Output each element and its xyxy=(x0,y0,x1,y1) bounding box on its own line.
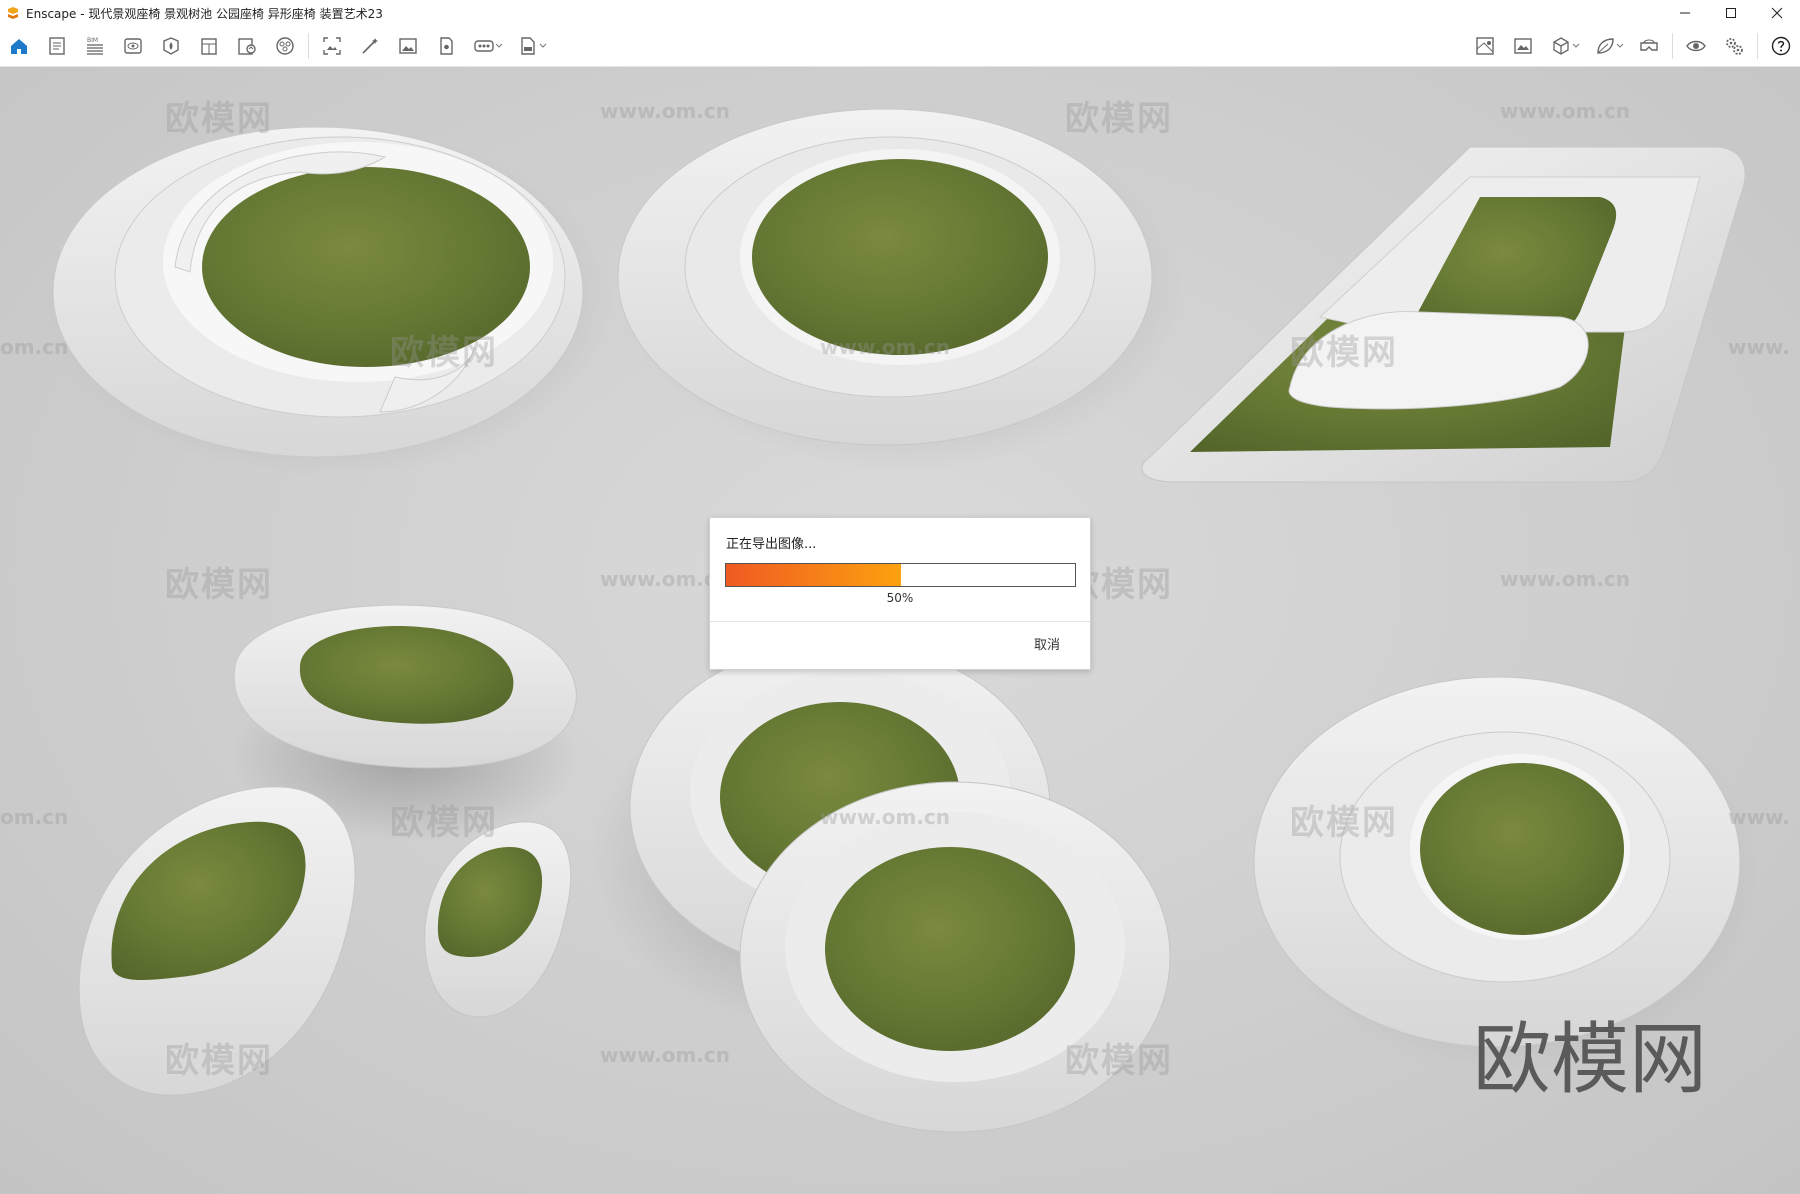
minimize-icon xyxy=(1680,12,1690,14)
bench-spiral xyxy=(45,126,615,477)
cube-button[interactable] xyxy=(1542,26,1580,66)
main-toolbar: BIM xyxy=(0,26,1800,86)
bench-pebbles xyxy=(78,604,580,1096)
toolbar-separator xyxy=(1757,33,1758,59)
watermark-url: www.om.cn xyxy=(600,1043,731,1067)
watermark-cn: 欧模网 xyxy=(390,333,498,373)
eye-button[interactable] xyxy=(1677,26,1715,66)
title-bar: Enscape - 现代景观座椅 景观树池 公园座椅 异形座椅 装置艺术23 xyxy=(0,0,1800,26)
video-360-button[interactable] xyxy=(465,26,503,66)
export-icon xyxy=(238,38,256,55)
toolbar-separator xyxy=(1672,33,1673,59)
document-button[interactable] xyxy=(38,26,76,66)
asset-library-button[interactable] xyxy=(152,26,190,66)
bim-label: BIM xyxy=(87,37,98,44)
watermark-logo-large: 欧模网 xyxy=(1473,1015,1708,1105)
watermark-url: www.om.cn xyxy=(1500,99,1631,123)
gears-button[interactable] xyxy=(1715,26,1753,66)
close-icon xyxy=(1771,7,1783,19)
watermark-cn: 欧模网 xyxy=(1065,1041,1173,1081)
exe-export-button[interactable] xyxy=(509,26,547,66)
watermark-url: www.om.cn xyxy=(1500,567,1631,591)
vr-headset-icon xyxy=(1640,39,1658,51)
watermark-cn: 欧模网 xyxy=(1065,99,1173,139)
photo-icon xyxy=(1514,38,1532,54)
bim-button[interactable]: BIM xyxy=(76,26,114,66)
progress-percent: 50% xyxy=(886,591,914,605)
window-controls xyxy=(1662,0,1800,26)
watermark-cn: 欧模网 xyxy=(1290,803,1398,843)
vr-headset-button[interactable] xyxy=(1630,26,1668,66)
maximize-icon xyxy=(1726,8,1736,18)
enscape-logo-icon xyxy=(8,7,18,19)
settings-sphere-button[interactable] xyxy=(266,26,304,66)
bench-angular xyxy=(1141,146,1746,483)
export-progress-dialog: 正在导出图像... 50% 取消 xyxy=(709,517,1091,670)
view-button[interactable] xyxy=(114,26,152,66)
minimize-button[interactable] xyxy=(1662,0,1708,26)
progress-fill xyxy=(726,564,901,586)
bim-icon: BIM xyxy=(87,37,103,55)
cancel-button[interactable]: 取消 xyxy=(1034,634,1060,653)
gears-icon xyxy=(1726,38,1743,55)
watermark-cn: 欧模网 xyxy=(165,565,273,605)
watermark-url: www.om.cn xyxy=(820,335,951,359)
exe-export-icon xyxy=(521,37,535,55)
help-button[interactable] xyxy=(1762,26,1800,66)
material-button[interactable] xyxy=(190,26,228,66)
toolbar-left-group: BIM xyxy=(0,26,553,66)
watermark-url-partial: www. xyxy=(1728,335,1790,359)
leaf-button[interactable] xyxy=(1586,26,1624,66)
watermark-url-partial: om.cn xyxy=(0,805,69,829)
watermark-url: www.om.cn xyxy=(600,99,731,123)
magic-wand-icon xyxy=(362,38,378,54)
help-icon xyxy=(1771,36,1791,56)
watermark-url-partial: www. xyxy=(1728,805,1790,829)
panorama-button[interactable] xyxy=(427,26,465,66)
export-progress-bar xyxy=(725,563,1076,587)
watermark-cn: 欧模网 xyxy=(165,99,273,139)
watermark-url: www.om.cn xyxy=(820,805,951,829)
view-icon xyxy=(124,38,142,54)
magic-wand-button[interactable] xyxy=(351,26,389,66)
photo-button[interactable] xyxy=(1504,26,1542,66)
toolbar-right-group xyxy=(1466,26,1800,66)
map-icon xyxy=(1476,37,1494,55)
screenshot-icon xyxy=(323,37,341,55)
map-button[interactable] xyxy=(1466,26,1504,66)
dialog-title: 正在导出图像... xyxy=(726,537,817,552)
eye-icon xyxy=(1686,40,1706,52)
toolbar-separator xyxy=(308,33,309,59)
home-button[interactable] xyxy=(0,26,38,66)
image-icon xyxy=(399,38,417,54)
close-button[interactable] xyxy=(1754,0,1800,26)
dialog-divider xyxy=(710,621,1090,622)
home-icon xyxy=(11,39,27,54)
bench-ring xyxy=(617,108,1185,472)
export-button[interactable] xyxy=(228,26,266,66)
maximize-button[interactable] xyxy=(1708,0,1754,26)
document-icon xyxy=(49,37,65,55)
material-icon xyxy=(201,38,217,55)
window-title: Enscape - 现代景观座椅 景观树池 公园座椅 异形座椅 装置艺术23 xyxy=(26,6,383,21)
watermark-cn: 欧模网 xyxy=(1290,333,1398,373)
video-360-icon xyxy=(474,40,494,52)
watermark-cn: 欧模网 xyxy=(390,803,498,843)
screenshot-button[interactable] xyxy=(313,26,351,66)
leaf-icon xyxy=(1597,38,1614,54)
asset-library-icon xyxy=(163,37,179,55)
watermark-url-partial: om.cn xyxy=(0,335,69,359)
settings-sphere-icon xyxy=(276,37,294,55)
cube-icon xyxy=(1553,37,1569,55)
panorama-icon xyxy=(440,37,453,55)
image-button[interactable] xyxy=(389,26,427,66)
watermark-cn: 欧模网 xyxy=(165,1041,273,1081)
